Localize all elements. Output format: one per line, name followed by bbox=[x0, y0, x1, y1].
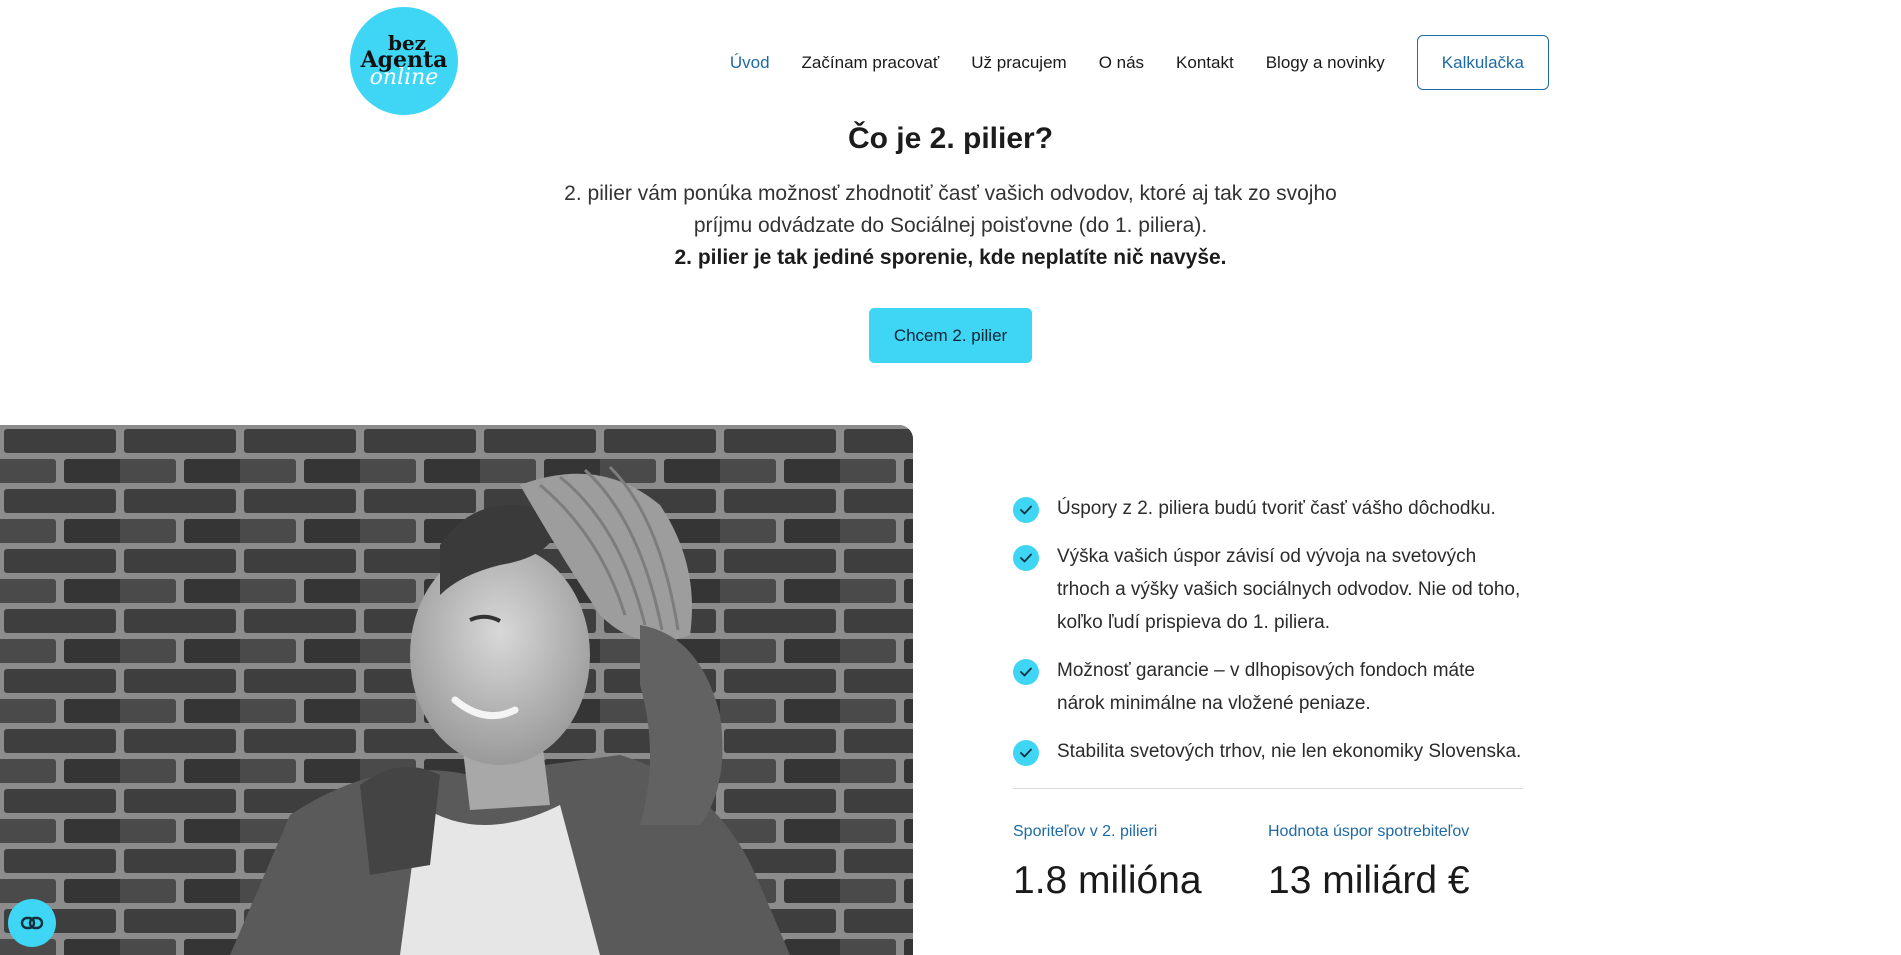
benefit-item: Úspory z 2. piliera budú tvoriť časť váš… bbox=[1013, 497, 1523, 525]
nav-item-blogy[interactable]: Blogy a novinky bbox=[1266, 53, 1385, 73]
stat-value: 1.8 milióna bbox=[1013, 859, 1202, 902]
stat-savings-value: Hodnota úspor spotrebiteľov 13 miliárd € bbox=[1268, 823, 1523, 903]
site-header: bez Agenta online Úvod Začínam pracovať … bbox=[0, 0, 1901, 120]
want-pillar-button[interactable]: Chcem 2. pilier bbox=[868, 308, 1033, 363]
site-logo[interactable]: bez Agenta online bbox=[350, 7, 458, 115]
benefit-text: Možnosť garancie – v dlhopisových fondoc… bbox=[1057, 660, 1475, 714]
stat-value: 13 miliárd € bbox=[1268, 859, 1470, 902]
stat-label: Sporiteľov v 2. pilieri bbox=[1013, 823, 1158, 840]
intro-section: Čo je 2. pilier? 2. pilier vám ponúka mo… bbox=[0, 122, 1901, 363]
intro-line-1: 2. pilier vám ponúka možnosť zhodnotiť č… bbox=[564, 182, 1337, 237]
main-nav: Úvod Začínam pracovať Už pracujem O nás … bbox=[730, 35, 1549, 90]
stat-label: Hodnota úspor spotrebiteľov bbox=[1268, 823, 1470, 840]
check-icon bbox=[1013, 497, 1039, 523]
benefit-item: Stabilita svetových trhov, nie len ekono… bbox=[1013, 740, 1523, 768]
benefit-item: Možnosť garancie – v dlhopisových fondoc… bbox=[1013, 659, 1523, 720]
benefit-text: Stabilita svetových trhov, nie len ekono… bbox=[1057, 741, 1522, 762]
intro-line-2: 2. pilier je tak jediné sporenie, kde ne… bbox=[674, 246, 1227, 269]
nav-item-uvod[interactable]: Úvod bbox=[730, 53, 770, 73]
hero-photo bbox=[0, 425, 913, 955]
benefit-item: Výška vašich úspor závisí od vývoja na s… bbox=[1013, 545, 1523, 639]
benefits-panel: Úspory z 2. piliera budú tvoriť časť váš… bbox=[1013, 497, 1523, 903]
check-icon bbox=[1013, 659, 1039, 685]
calculator-button[interactable]: Kalkulačka bbox=[1416, 35, 1549, 90]
stat-savers: Sporiteľov v 2. pilieri 1.8 milióna bbox=[1013, 823, 1268, 903]
intro-text: 2. pilier vám ponúka možnosť zhodnotiť č… bbox=[551, 178, 1351, 274]
benefit-text: Výška vašich úspor závisí od vývoja na s… bbox=[1057, 546, 1521, 633]
nav-item-kontakt[interactable]: Kontakt bbox=[1176, 53, 1234, 73]
benefit-text: Úspory z 2. piliera budú tvoriť časť váš… bbox=[1057, 498, 1496, 519]
nav-item-o-nas[interactable]: O nás bbox=[1099, 53, 1144, 73]
stats-row: Sporiteľov v 2. pilieri 1.8 milióna Hodn… bbox=[1013, 823, 1523, 903]
intro-title: Čo je 2. pilier? bbox=[847, 122, 1054, 155]
logo-line-3: online bbox=[369, 64, 439, 90]
nav-item-zacinam-pracovat[interactable]: Začínam pracovať bbox=[802, 53, 940, 73]
divider bbox=[1013, 788, 1523, 789]
link-icon[interactable] bbox=[8, 899, 56, 947]
check-icon bbox=[1013, 545, 1039, 571]
check-icon bbox=[1013, 740, 1039, 766]
photo-illustration bbox=[0, 425, 913, 955]
nav-item-uz-pracujem[interactable]: Už pracujem bbox=[971, 53, 1066, 73]
